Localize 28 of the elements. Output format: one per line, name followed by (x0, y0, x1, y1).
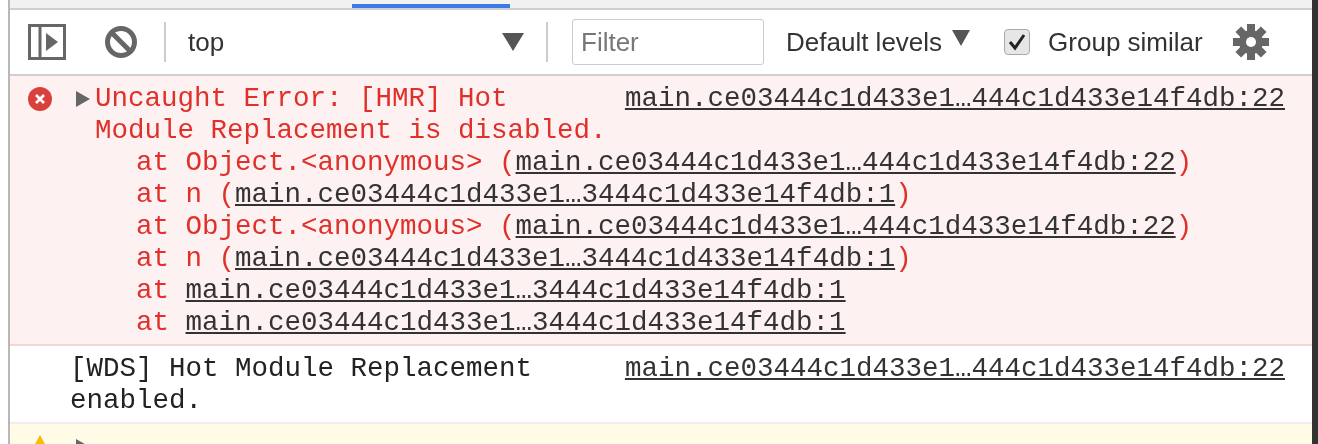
stack-frame: at Object.<anonymous> (main.ce03444c1d433e1…444c1d433e14f4db:22) (70, 211, 1285, 243)
dropdown-caret-icon (952, 30, 971, 46)
group-similar-label: Group similar (1048, 26, 1203, 58)
clear-console-icon[interactable] (104, 25, 138, 59)
source-link[interactable]: main.ce03444c1d433e1…444c1d433e14f4db:22 (515, 147, 1176, 178)
source-link[interactable]: main.ce03444c1d433e1…444c1d433e14f4db:22 (515, 211, 1176, 242)
sidebar-toggle-icon[interactable] (28, 24, 66, 60)
stack-frame: at main.ce03444c1d433e1…3444c1d433e14f4db:1 (70, 275, 1285, 307)
source-link[interactable]: main.ce03444c1d433e1…444c1d433e14f4db:22 (624, 83, 1285, 115)
error-icon (28, 87, 52, 111)
error-text: Uncaught Error: [HMR] Hot Module Replacement is disabled. (95, 83, 608, 147)
settings-icon[interactable] (1232, 24, 1269, 60)
source-link[interactable]: main.ce03444c1d433e1…3444c1d433e14f4db:1 (185, 275, 846, 306)
group-similar-checkbox[interactable] (1004, 29, 1031, 55)
source-link[interactable]: main.ce03444c1d433e1…3444c1d433e14f4db:1 (235, 243, 896, 274)
stack-frame: at main.ce03444c1d433e1…3444c1d433e14f4db:1 (70, 307, 1285, 339)
source-link[interactable]: main.ce03444c1d433e1…3444c1d433e14f4db:1 (185, 307, 846, 338)
stack-frame: at n (main.ce03444c1d433e1…3444c1d433e14f4db:1) (70, 243, 1285, 275)
filter-field[interactable]: Filter (572, 19, 764, 65)
info-text: [WDS] Hot Module Replacement enabled. (70, 353, 533, 416)
expand-arrow-icon[interactable] (75, 90, 91, 108)
context-dropdown[interactable]: top (188, 26, 524, 58)
source-link[interactable]: main.ce03444c1d433e1…3444c1d433e14f4db:1 (235, 179, 896, 210)
dropdown-caret-icon (502, 33, 524, 51)
stack-frame: at Object.<anonymous> (main.ce03444c1d433e1…444c1d433e14f4db:22) (70, 147, 1285, 179)
stack-frame: at n (main.ce03444c1d433e1…3444c1d433e14f4db:1) (70, 179, 1285, 211)
source-link[interactable]: main.ce03444c1d433e1…444c1d433e14f4db:22 (624, 353, 1285, 385)
levels-dropdown[interactable]: Default levels (786, 26, 971, 58)
